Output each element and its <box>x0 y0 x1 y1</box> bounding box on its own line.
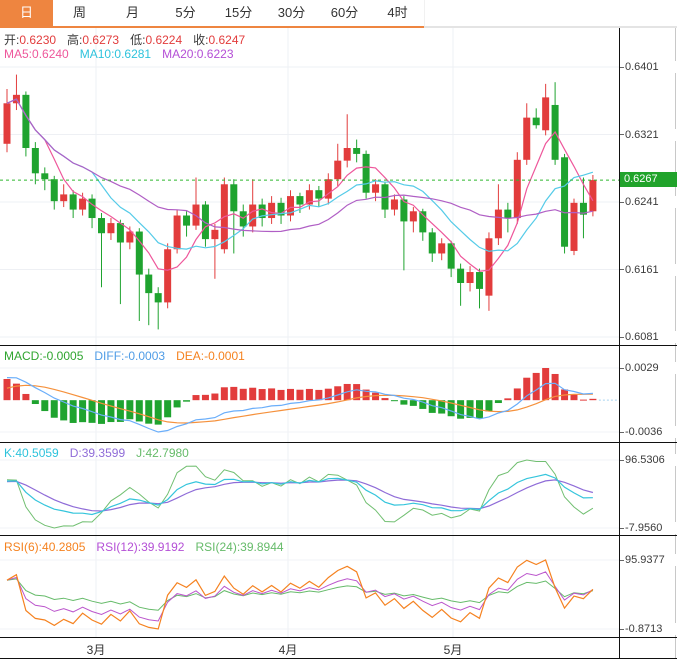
tab-月[interactable]: 月 <box>106 0 160 26</box>
indicator-value: RSI(24):39.8944 <box>195 540 283 554</box>
y-axis-tick: 96.5306 <box>620 454 676 466</box>
y-axis-tick: -7.9560 <box>620 522 676 534</box>
current-price-badge: 0.6267 <box>620 172 677 187</box>
chart-canvas[interactable] <box>0 28 619 658</box>
ma-info-row: MA5:0.6240 MA10:0.6281 MA20:0.6223 <box>4 47 245 61</box>
indicator-value: K:40.5059 <box>4 446 59 460</box>
tab-周[interactable]: 周 <box>53 0 107 26</box>
trading-chart-app: 日周月5分15分30分60分4时 开:0.6230 高:0.6273 低:0.622… <box>0 0 677 665</box>
panel-divider-main-macd <box>0 345 677 346</box>
macd-header-row: MACD:-0.0005 DIFF:-0.0003 DEA:-0.0001 <box>4 349 256 363</box>
indicator-value: MACD:-0.0005 <box>4 349 83 363</box>
rsi-header-row: RSI(6):40.2805 RSI(12):39.9192 RSI(24):39.… <box>4 540 295 554</box>
indicator-value: MA5:0.6240 <box>4 47 69 61</box>
panel-divider-kdj-rsi <box>0 535 677 536</box>
y-axis-tick: 0.6321 <box>620 129 676 141</box>
bottom-border <box>0 658 677 659</box>
tab-日[interactable]: 日 <box>0 0 54 26</box>
indicator-value: J:42.7980 <box>136 446 189 460</box>
indicator-value: 低:0.6224 <box>130 33 182 47</box>
indicator-value: D:39.3599 <box>70 446 125 460</box>
y-axis-tick: 0.0029 <box>620 362 676 374</box>
ohlc-info-row: 开:0.6230 高:0.6273 低:0.6224 收:0.6247 <box>4 31 256 48</box>
kdj-header-row: K:40.5059 D:39.3599 J:42.7980 <box>4 446 200 460</box>
y-axis-tick: 0.6161 <box>620 264 676 276</box>
indicator-value: MA10:0.6281 <box>80 47 151 61</box>
indicator-value: 高:0.6273 <box>67 33 119 47</box>
indicator-value: RSI(12):39.9192 <box>96 540 184 554</box>
tab-4时[interactable]: 4时 <box>371 0 425 26</box>
indicator-value: DIFF:-0.0003 <box>94 349 165 363</box>
y-axis-tick: 0.6401 <box>620 61 676 73</box>
y-axis-tick: -0.8713 <box>620 623 676 635</box>
y-axis-tick: 0.6241 <box>620 196 676 208</box>
panel-divider-macd-kdj <box>0 442 677 443</box>
tab-60分[interactable]: 60分 <box>318 0 372 26</box>
y-axis-tick: -0.0036 <box>620 426 676 438</box>
x-axis-label: 5月 <box>444 641 463 658</box>
indicator-value: DEA:-0.0001 <box>176 349 245 363</box>
indicator-value: 收:0.6247 <box>193 33 245 47</box>
tab-5分[interactable]: 5分 <box>159 0 213 26</box>
timeframe-tabbar: 日周月5分15分30分60分4时 <box>0 0 677 28</box>
panel-divider-rsi-xaxis <box>0 637 677 638</box>
y-axis-tick: 95.9377 <box>620 554 676 566</box>
y-axis-tick: 0.6081 <box>620 331 676 343</box>
tab-15分[interactable]: 15分 <box>212 0 266 26</box>
indicator-value: 开:0.6230 <box>4 33 56 47</box>
indicator-value: RSI(6):40.2805 <box>4 540 85 554</box>
x-axis-label: 4月 <box>279 641 298 658</box>
x-axis-label: 3月 <box>87 641 106 658</box>
indicator-value: MA20:0.6223 <box>162 47 233 61</box>
tab-30分[interactable]: 30分 <box>265 0 319 26</box>
